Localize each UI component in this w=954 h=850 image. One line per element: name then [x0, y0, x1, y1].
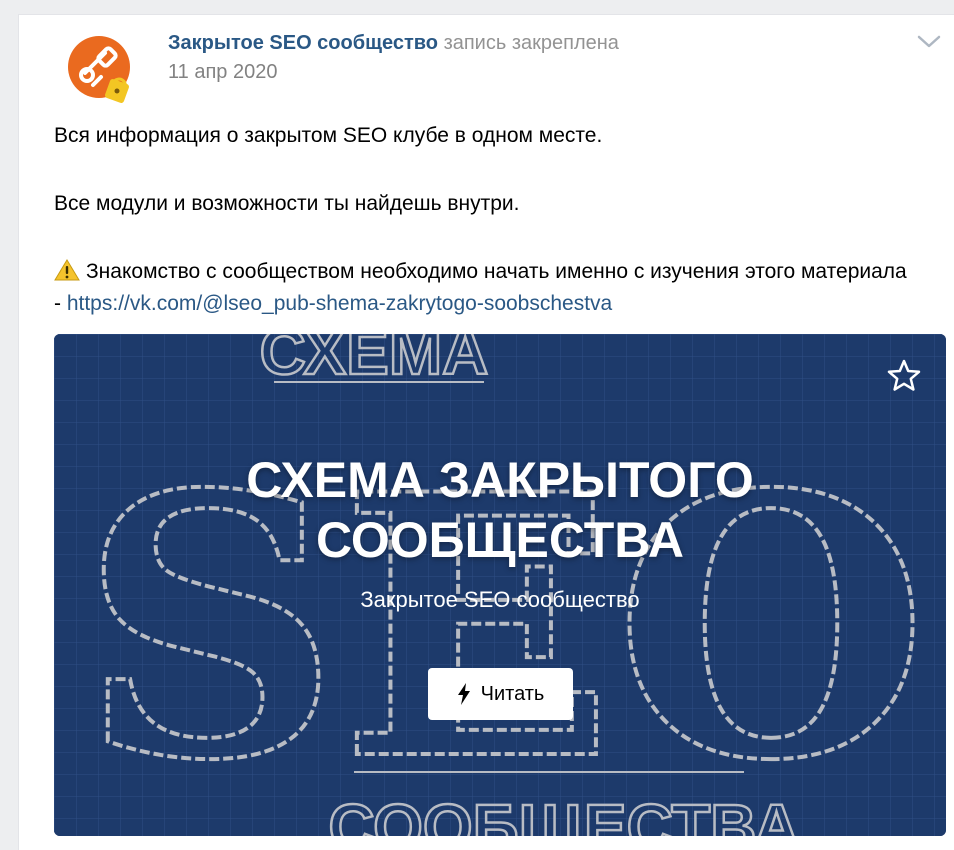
bg-bottom-word: СООБЩЕСТВА — [328, 791, 799, 836]
post-author: Закрытое SEO сообщество запись закреплен… — [168, 30, 619, 56]
post-date[interactable]: 11 апр 2020 — [168, 59, 277, 85]
read-button[interactable]: Читать — [428, 668, 573, 720]
post-text-line: Знакомство с сообществом необходимо нача… — [54, 256, 914, 320]
article-card[interactable]: СХЕМА SEO СООБЩЕСТВА СХЕМА ЗАКРЫТОГО СОО… — [54, 334, 946, 836]
warning-icon — [54, 259, 80, 281]
article-subtitle: Закрытое SEO сообщество — [360, 587, 640, 612]
article-title-line: СООБЩЕСТВА — [315, 512, 685, 568]
community-avatar[interactable] — [67, 29, 137, 109]
article-title: СХЕМА ЗАКРЫТОГО СООБЩЕСТВА — [54, 450, 946, 570]
chevron-down-icon[interactable] — [916, 31, 942, 51]
post-text: Вся информация о закрытом SEO клубе в од… — [54, 120, 914, 320]
lightning-icon — [457, 683, 470, 705]
pinned-label: запись закреплена — [443, 32, 619, 54]
author-name-link[interactable]: Закрытое SEO сообщество — [168, 32, 438, 54]
post-text-line: Все модули и возможности ты найдешь внут… — [54, 192, 520, 215]
star-icon[interactable] — [886, 358, 922, 394]
read-button-label: Читать — [480, 683, 545, 705]
article-cover-image: СХЕМА SEO СООБЩЕСТВА — [54, 334, 946, 836]
article-title-line: СХЕМА ЗАКРЫТОГО — [246, 452, 754, 508]
post-text-line: Вся информация о закрытом SEO клубе в од… — [54, 124, 603, 147]
bg-top-word: СХЕМА — [260, 334, 489, 388]
pinned-post: Закрытое SEO сообщество запись закреплен… — [18, 14, 954, 850]
article-link[interactable]: https://vk.com/@lseo_pub-shema-zakrytogo… — [67, 292, 612, 315]
